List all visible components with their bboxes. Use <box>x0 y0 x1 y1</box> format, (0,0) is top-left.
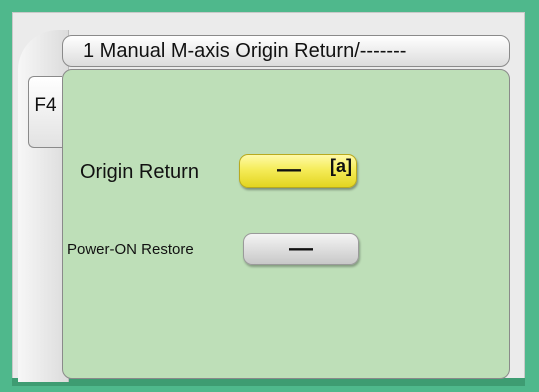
origin-return-label: Origin Return <box>80 161 199 183</box>
origin-return-note: [a] <box>330 156 352 176</box>
origin-return-button[interactable]: — [a] <box>239 154 357 188</box>
screen-title: 1 Manual M-axis Origin Return/------- <box>62 35 510 67</box>
power-on-restore-value: — <box>289 235 313 262</box>
content-panel <box>62 69 510 379</box>
power-on-restore-button[interactable]: — <box>243 233 359 265</box>
frame-shadow <box>12 378 525 386</box>
function-tab-f4[interactable]: F4 <box>28 76 62 148</box>
power-on-restore-label: Power-ON Restore <box>67 241 194 258</box>
